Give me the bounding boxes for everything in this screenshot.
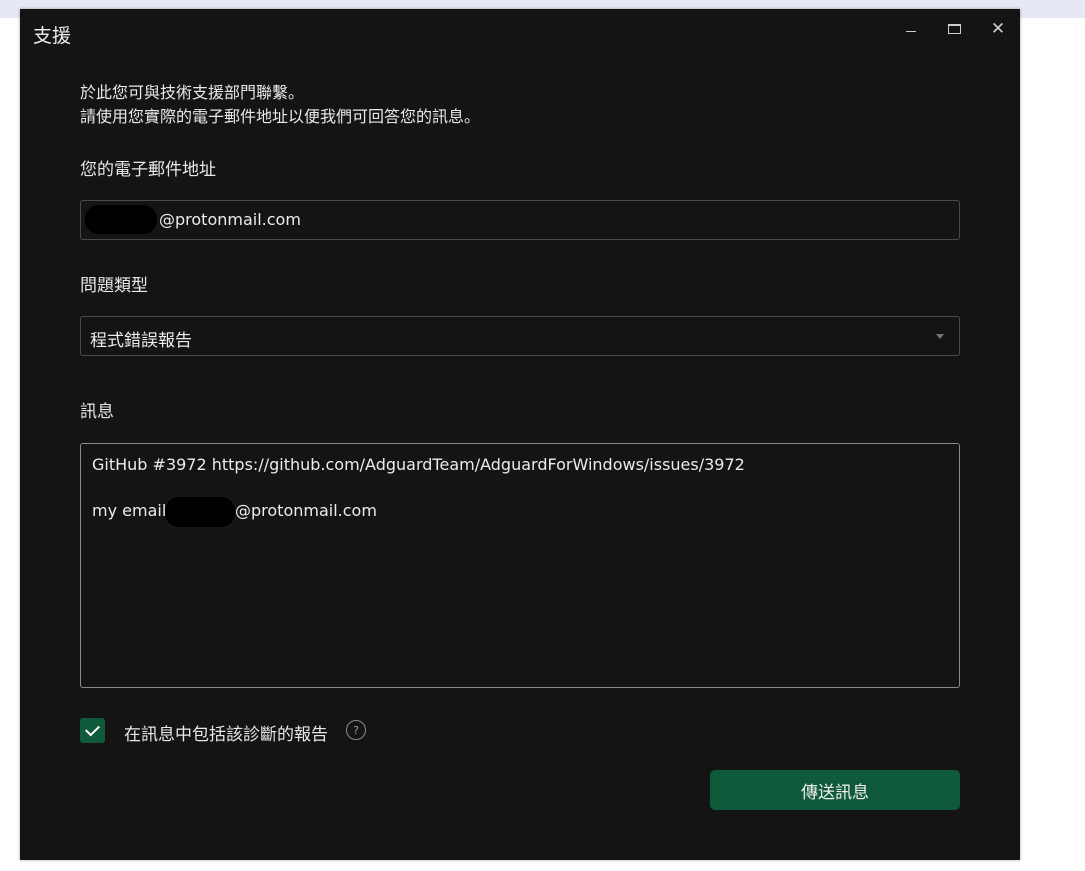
include-diagnostics-label[interactable]: 在訊息中包括該診斷的報告 bbox=[124, 720, 328, 745]
message-line-2-suffix: @protonmail.com bbox=[235, 501, 377, 520]
close-icon: ✕ bbox=[990, 18, 1006, 39]
support-dialog: 支援 ✕ 於此您可與技術支援部門聯繫。 請使用您實際的電子郵件地址以便我們可回答… bbox=[20, 9, 1020, 860]
redacted-email-user bbox=[85, 205, 157, 234]
email-field[interactable]: @protonmail.com bbox=[80, 200, 960, 240]
chevron-down-icon bbox=[936, 334, 944, 339]
help-icon[interactable]: ? bbox=[346, 720, 366, 740]
checkmark-icon bbox=[85, 721, 100, 737]
message-line-1: GitHub #3972 https://github.com/AdguardT… bbox=[92, 455, 745, 474]
redacted-message-email bbox=[165, 497, 235, 527]
maximize-button[interactable] bbox=[941, 17, 967, 41]
issue-type-value: 程式錯誤報告 bbox=[90, 331, 192, 351]
window-title: 支援 bbox=[33, 25, 72, 47]
email-label: 您的電子郵件地址 bbox=[80, 160, 216, 180]
message-textarea[interactable]: GitHub #3972 https://github.com/AdguardT… bbox=[80, 443, 960, 688]
intro-text: 於此您可與技術支援部門聯繫。 請使用您實際的電子郵件地址以便我們可回答您的訊息。 bbox=[80, 81, 480, 129]
email-value: @protonmail.com bbox=[159, 210, 301, 229]
issue-type-select[interactable]: 程式錯誤報告 bbox=[80, 316, 960, 356]
message-label: 訊息 bbox=[80, 402, 114, 422]
include-diagnostics-checkbox[interactable] bbox=[80, 718, 105, 743]
send-message-button[interactable]: 傳送訊息 bbox=[710, 770, 960, 810]
message-line-2-prefix: my email: bbox=[92, 501, 172, 520]
close-button[interactable]: ✕ bbox=[985, 17, 1011, 41]
intro-line-2: 請使用您實際的電子郵件地址以便我們可回答您的訊息。 bbox=[80, 107, 481, 126]
minimize-button[interactable] bbox=[898, 17, 924, 41]
intro-line-1: 於此您可與技術支援部門聯繫。 bbox=[80, 83, 305, 102]
maximize-icon bbox=[947, 24, 961, 34]
minimize-icon bbox=[906, 30, 916, 32]
issue-type-label: 問題類型 bbox=[80, 276, 148, 296]
